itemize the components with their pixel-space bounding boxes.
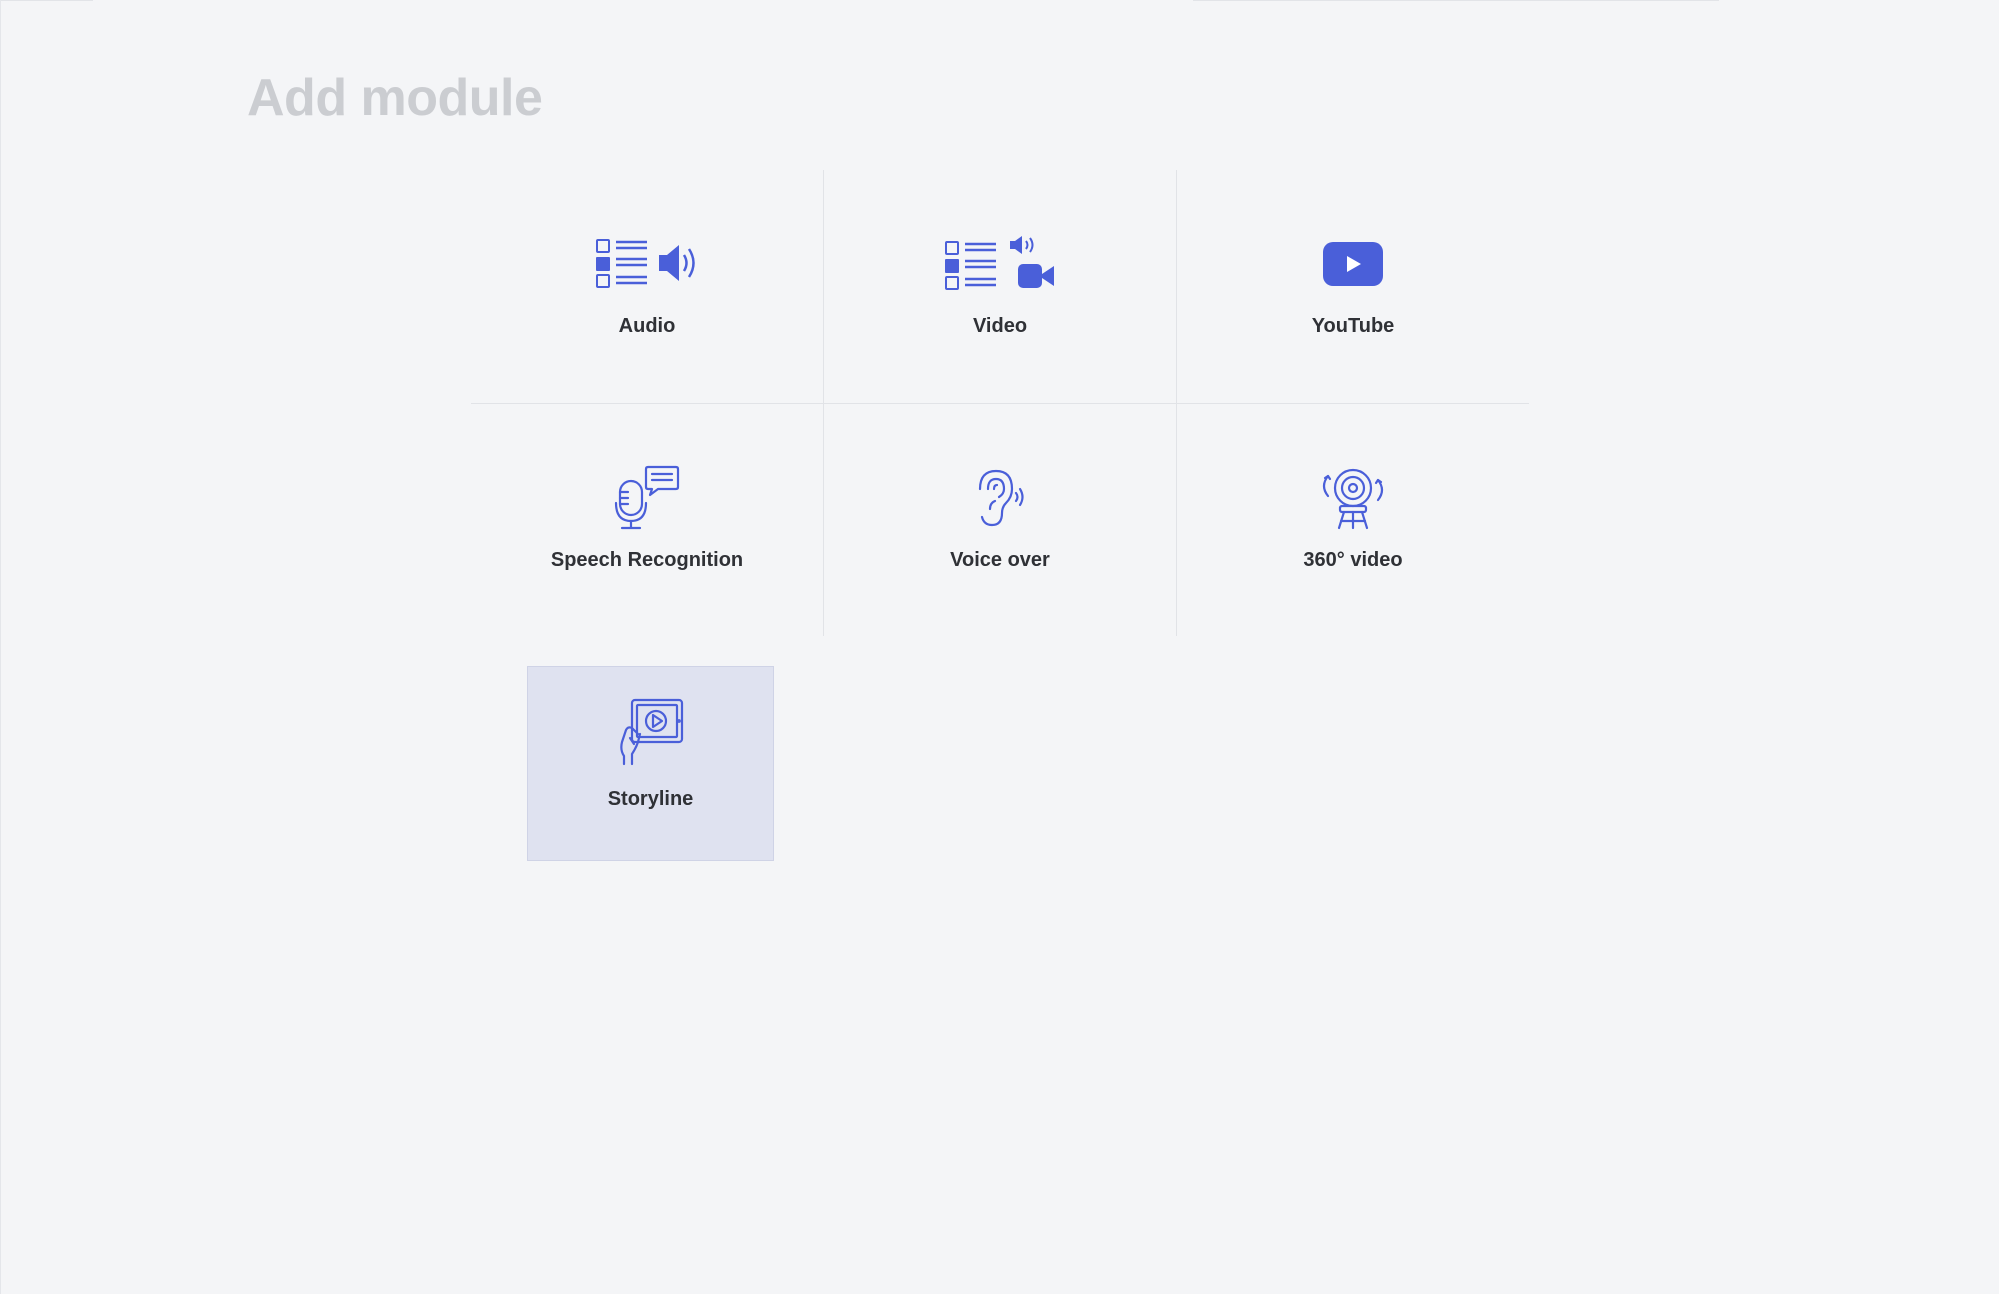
module-label: Voice over (950, 549, 1050, 571)
module-tile-video[interactable]: Video (824, 170, 1176, 403)
module-tile-voice-over[interactable]: Voice over (824, 404, 1176, 637)
page-title: Add module (247, 69, 543, 127)
add-module-page: Add module Audio Video YouTube Speech Re… (0, 0, 1999, 1294)
module-label: Video (972, 315, 1028, 337)
top-divider-left (1, 0, 93, 1)
module-tile-speech-recognition[interactable]: Speech Recognition (471, 404, 823, 637)
module-tile-storyline[interactable]: Storyline (527, 666, 774, 861)
module-tile-360-video[interactable]: 360° video (1177, 404, 1529, 637)
360-camera-icon (1318, 466, 1388, 530)
youtube-icon (1323, 232, 1383, 296)
top-divider-right (1193, 0, 1719, 1)
module-label: Storyline (607, 788, 694, 810)
module-tile-youtube[interactable]: YouTube (1177, 170, 1529, 403)
video-list-icon (944, 232, 1056, 296)
module-label: Speech Recognition (550, 549, 744, 571)
module-label: 360° video (1303, 549, 1403, 571)
module-tile-audio[interactable]: Audio (471, 170, 823, 403)
tablet-play-icon (618, 698, 684, 766)
ear-sound-icon (972, 466, 1028, 530)
module-grid: Audio Video YouTube Speech Recognition V… (471, 170, 1529, 636)
module-label: YouTube (1311, 315, 1395, 337)
audio-list-icon (595, 232, 699, 296)
module-label: Audio (618, 315, 676, 337)
microphone-speech-icon (614, 465, 680, 530)
